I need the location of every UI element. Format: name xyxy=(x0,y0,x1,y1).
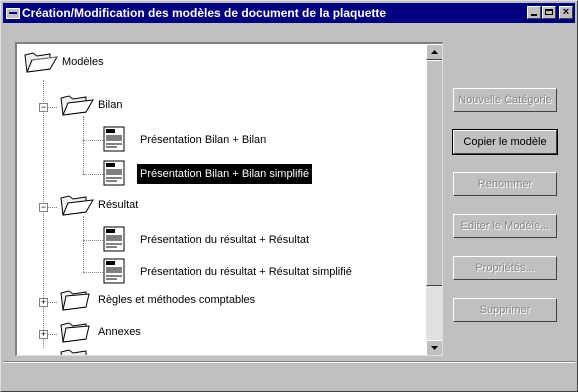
collapse-toggle-bilan[interactable]: − xyxy=(39,103,48,112)
scroll-down-button[interactable] xyxy=(426,340,442,355)
document-icon xyxy=(103,126,125,152)
expand-toggle-regles[interactable]: + xyxy=(39,298,48,307)
document-icon xyxy=(103,226,125,252)
dialog-window: Création/Modification des modèles de doc… xyxy=(0,0,578,392)
minimize-icon xyxy=(531,14,537,16)
tree-node-label: Présentation du résultat + Résultat simp… xyxy=(140,266,352,278)
close-icon: × xyxy=(562,6,570,18)
app-window-icon[interactable] xyxy=(6,8,20,19)
tree-node-label: Présentation Bilan + Bilan xyxy=(140,134,267,146)
tree-connector-line xyxy=(83,116,84,174)
scroll-thumb[interactable] xyxy=(426,60,442,286)
closed-folder-icon xyxy=(60,290,90,311)
tree-node-modeles[interactable]: Modèles xyxy=(21,52,141,73)
tree-node-label: Annexes xyxy=(98,326,141,338)
tree-node-label: Présentation du résultat + Résultat xyxy=(140,234,310,246)
delete-button[interactable]: Supprimer xyxy=(453,298,557,322)
scroll-up-arrow-icon xyxy=(431,50,438,54)
tree-node-label: Bilan xyxy=(98,99,123,111)
tree-connector-line xyxy=(83,140,103,141)
properties-button[interactable]: Propriétés... xyxy=(453,256,557,280)
open-folder-icon xyxy=(24,52,58,73)
tree-node-document[interactable]: Présentation Bilan + Bilan xyxy=(103,126,363,152)
closed-folder-icon xyxy=(60,349,87,355)
copy-model-button[interactable]: Copier le modèle xyxy=(452,129,558,155)
new-category-button[interactable]: Nouvelle Catégorie xyxy=(453,88,557,112)
maximize-icon xyxy=(545,9,553,15)
minimize-button[interactable] xyxy=(527,6,541,19)
maximize-button[interactable] xyxy=(542,6,556,19)
bottom-divider xyxy=(3,361,575,363)
collapse-toggle-resultat[interactable]: − xyxy=(39,203,48,212)
tree-node-regles[interactable]: Règles et méthodes comptables xyxy=(59,290,319,311)
tree-node-resultat[interactable]: Résultat xyxy=(59,195,179,216)
open-folder-icon xyxy=(60,195,94,216)
tree-node-label: Règles et méthodes comptables xyxy=(98,294,256,306)
tree-node-document-selected[interactable]: Présentation Bilan + Bilan simplifié xyxy=(103,160,363,186)
scroll-up-button[interactable] xyxy=(426,44,442,60)
tree-node-label: Résultat xyxy=(98,199,139,211)
tree-connector-line xyxy=(83,216,84,272)
tree-scrollbar[interactable] xyxy=(426,44,442,355)
document-icon xyxy=(103,258,125,284)
document-icon xyxy=(103,160,125,186)
tree-node-document[interactable]: Présentation du résultat + Résultat simp… xyxy=(103,258,403,284)
window-title: Création/Modification des modèles de doc… xyxy=(22,6,387,20)
tree-connector-line xyxy=(83,240,103,241)
tree-node-annexes[interactable]: Annexes xyxy=(59,322,199,343)
tree-connector-line xyxy=(83,174,103,175)
tree-node-label: Présentation Bilan + Bilan simplifié xyxy=(137,164,313,184)
tree-connector-line xyxy=(43,80,44,348)
tree-node-partial[interactable] xyxy=(59,346,119,355)
open-folder-icon xyxy=(60,95,94,116)
close-button[interactable]: × xyxy=(559,6,573,19)
expand-toggle-annexes[interactable]: + xyxy=(39,330,48,339)
rename-button[interactable]: Renommer xyxy=(453,172,557,196)
tree-node-label: Modèles xyxy=(62,56,104,68)
tree-connector-line xyxy=(83,272,103,273)
tree-node-document[interactable]: Présentation du résultat + Résultat xyxy=(103,226,383,252)
edit-model-button[interactable]: Editer le Modèle... xyxy=(453,214,557,238)
scroll-down-arrow-icon xyxy=(431,346,438,350)
tree-node-bilan[interactable]: Bilan xyxy=(59,95,179,116)
closed-folder-icon xyxy=(60,322,90,343)
title-bar[interactable]: Création/Modification des modèles de doc… xyxy=(3,3,575,23)
model-tree[interactable]: Modèles − Bilan Présentation Bilan + Bil… xyxy=(15,42,443,356)
